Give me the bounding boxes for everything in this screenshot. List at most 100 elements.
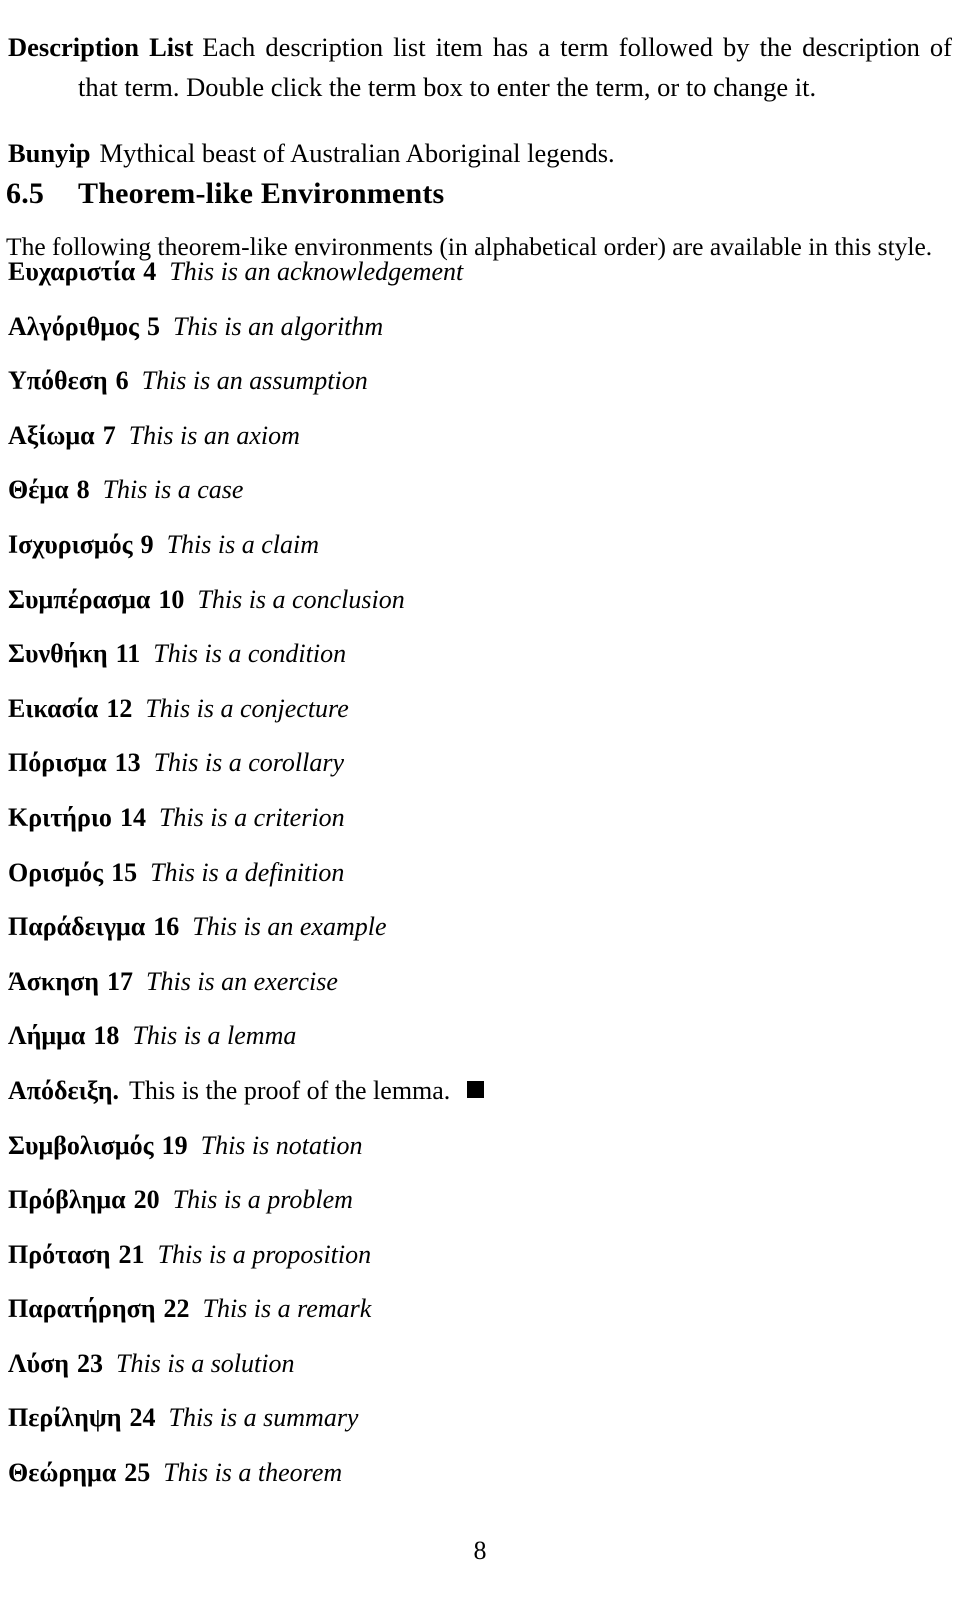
description-list-item: Bunyip Mythical beast of Australian Abori… [8, 133, 952, 173]
theorem-body: This is a conjecture [145, 693, 349, 723]
theorem-row: Παράδειγμα 16 This is an example [8, 912, 952, 967]
description-term: Description List [8, 31, 194, 62]
theorem-body: This is a solution [116, 1348, 295, 1378]
theorem-label: Ισχυρισμός [8, 529, 133, 559]
theorem-body: This is the proof of the lemma. [128, 1075, 451, 1105]
theorem-label: Αξίωμα [8, 420, 95, 450]
proof-row: Απόδειξη. This is the proof of the lemma. [8, 1076, 952, 1131]
theorem-number: 24 [129, 1403, 156, 1433]
theorem-row: Ορισμός 15 This is a definition [8, 858, 952, 913]
theorem-number: 14 [119, 802, 146, 832]
theorem-number: 16 [153, 912, 180, 942]
theorem-number: 11 [115, 639, 141, 669]
section-heading: 6.5 Theorem-like Environments [6, 177, 444, 211]
theorem-row: Άσκηση 17 This is an exercise [8, 967, 952, 1022]
theorem-body: This is an acknowledgement [169, 257, 464, 286]
theorem-row: Συνθήκη 11 This is a condition [8, 639, 952, 694]
theorem-number: 13 [114, 748, 141, 778]
theorem-row: Πρόταση 21 This is a proposition [8, 1240, 952, 1295]
theorem-number: 4 [143, 257, 157, 286]
theorem-number: 21 [118, 1239, 145, 1269]
theorem-label: Θέμα [8, 475, 69, 505]
theorem-row: Πόρισμα 13 This is a corollary [8, 748, 952, 803]
theorem-body: This is a remark [202, 1294, 372, 1324]
theorem-number: 22 [163, 1294, 190, 1324]
theorem-label: Περίληψη [8, 1403, 122, 1433]
theorem-row: Εικασία 12 This is a conjecture [8, 694, 952, 749]
theorem-row: Πρόβλημα 20 This is a problem [8, 1185, 952, 1240]
theorem-label: Πόρισμα [8, 748, 107, 778]
theorem-number: 25 [124, 1458, 151, 1488]
theorem-label: Εικασία [8, 693, 99, 723]
description-body: Each description list item has a term fo… [78, 31, 952, 102]
theorem-body: This is a claim [166, 529, 320, 559]
theorem-row: Αξίωμα 7 This is an axiom [8, 421, 952, 476]
description-body: Mythical beast of Australian Aboriginal … [99, 138, 615, 168]
theorem-row: Λύση 23 This is a solution [8, 1349, 952, 1404]
theorem-label: Αλγόριθμος [8, 311, 139, 341]
theorem-body: This is an assumption [141, 366, 368, 396]
theorem-body: This is a theorem [163, 1458, 343, 1488]
theorem-body: This is a criterion [158, 802, 345, 832]
theorem-body: This is a case [102, 475, 244, 505]
page-number: 8 [473, 1536, 487, 1565]
theorem-number: 15 [111, 857, 138, 887]
theorem-number: 17 [107, 966, 134, 996]
section-number: 6.5 [6, 176, 45, 210]
theorem-body: This is a problem [172, 1185, 353, 1215]
theorem-row: Υπόθεση 6 This is an assumption [8, 366, 952, 421]
theorem-body: This is an algorithm [172, 311, 384, 341]
theorem-row: Περίληψη 24 This is a summary [8, 1403, 952, 1458]
theorem-label: Κριτήριο [8, 802, 112, 832]
theorem-number: 20 [133, 1185, 160, 1215]
theorem-label: Παράδειγμα [8, 912, 146, 942]
description-list: Description List Each description list it… [8, 0, 952, 200]
theorem-number: 23 [77, 1348, 104, 1378]
theorem-label: Συμπέρασμα [8, 584, 151, 614]
theorem-row: Κριτήριο 14 This is a criterion [8, 803, 952, 858]
theorem-row: Ευχαριστία 4 This is an acknowledgement [8, 257, 952, 312]
theorem-number: 6 [115, 366, 129, 396]
theorem-number: 8 [76, 475, 90, 505]
theorem-label: Πρόβλημα [8, 1185, 126, 1215]
theorem-row: Παρατήρηση 22 This is a remark [8, 1294, 952, 1349]
document-page: Description List Each description list it… [0, 0, 960, 1600]
theorem-body: This is a definition [150, 857, 345, 887]
section-title: Theorem-like Environments [78, 176, 445, 210]
theorem-row: Θέμα 8 This is a case [8, 475, 952, 530]
theorem-number: 10 [158, 584, 185, 614]
theorem-label: Απόδειξη. [8, 1075, 119, 1105]
theorem-body: This is notation [200, 1130, 363, 1160]
theorem-number: 19 [161, 1130, 188, 1160]
theorem-body: This is a proposition [157, 1239, 372, 1269]
theorem-label: Ορισμός [8, 857, 104, 887]
theorem-body: This is a corollary [153, 748, 345, 778]
theorem-body: This is an exercise [146, 966, 338, 996]
theorem-row: Συμβολισμός 19 This is notation [8, 1131, 952, 1186]
theorem-number: 7 [102, 420, 116, 450]
theorem-label: Λύση [8, 1348, 70, 1378]
theorem-label: Συμβολισμός [8, 1130, 154, 1160]
theorem-label: Συνθήκη [8, 639, 108, 669]
theorem-label: Θεώρημα [8, 1458, 117, 1488]
theorem-body: This is a summary [168, 1403, 359, 1433]
theorem-number: 18 [93, 1021, 120, 1051]
theorem-body: This is a condition [153, 639, 347, 669]
theorem-number: 12 [106, 693, 133, 723]
theorem-label: Άσκηση [8, 966, 100, 996]
theorem-row: Θεώρημα 25 This is a theorem [8, 1458, 952, 1513]
theorem-row: Ισχυρισμός 9 This is a claim [8, 530, 952, 585]
theorem-label: Υπόθεση [8, 366, 108, 396]
theorem-row: Αλγόριθμος 5 This is an algorithm [8, 312, 952, 367]
theorem-row: Συμπέρασμα 10 This is a conclusion [8, 585, 952, 640]
theorem-body: This is an example [192, 912, 387, 942]
theorem-row: Λήμμα 18 This is a lemma [8, 1021, 952, 1076]
qed-square-icon [467, 1080, 485, 1098]
theorem-label: Ευχαριστία [8, 257, 136, 286]
theorem-label: Πρόταση [8, 1239, 111, 1269]
theorem-label: Παρατήρηση [8, 1294, 156, 1324]
theorem-body: This is a lemma [132, 1021, 297, 1051]
theorem-number: 9 [140, 529, 154, 559]
theorem-environment-list: Ευχαριστία 4 This is an acknowledgement Αλγ… [8, 257, 952, 1513]
theorem-body: This is a conclusion [197, 584, 405, 614]
